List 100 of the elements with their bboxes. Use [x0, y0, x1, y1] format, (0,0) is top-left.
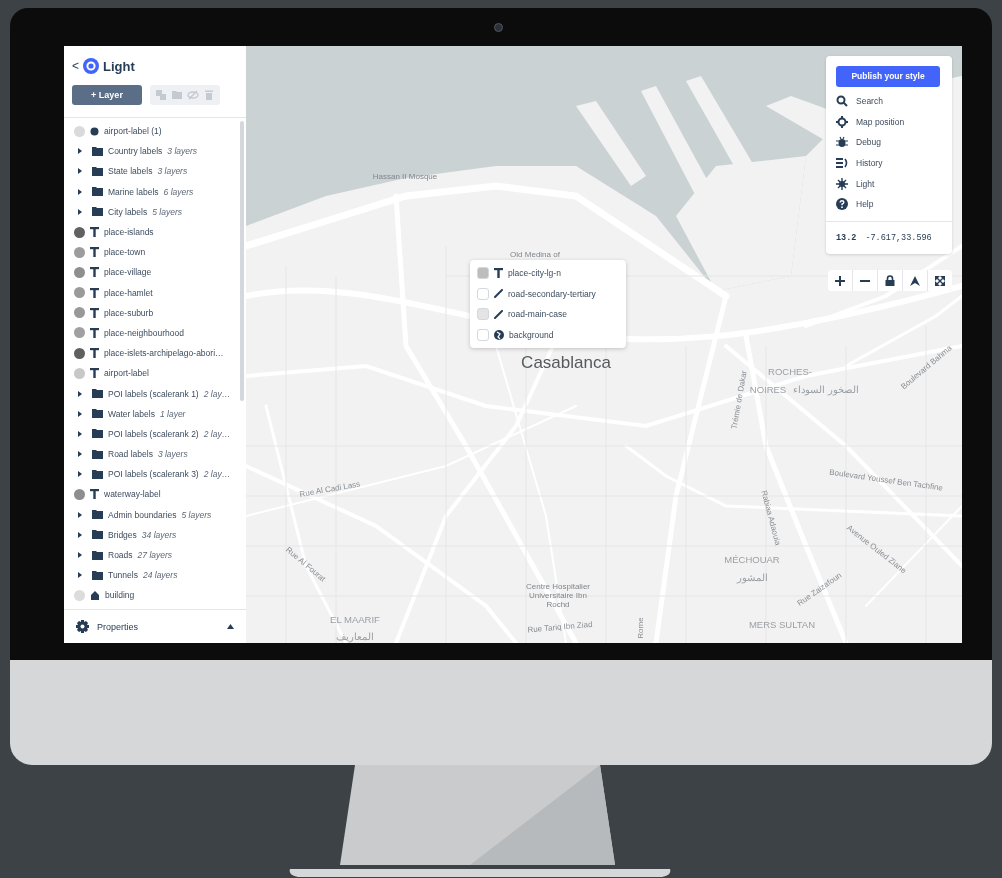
menu-label: Map position — [856, 116, 905, 127]
group-name: State labels — [108, 166, 153, 177]
layer-item[interactable]: place-town — [74, 242, 240, 263]
layer-item[interactable]: place-neighbourhood — [74, 322, 240, 344]
layer-item[interactable]: POI labels (scalerank 1) 2 lay… — [74, 383, 240, 404]
back-link[interactable]: < — [72, 59, 79, 73]
compass-button[interactable] — [903, 270, 927, 291]
caret-icon[interactable] — [77, 168, 83, 175]
layer-item[interactable]: waterway-label — [74, 484, 240, 505]
caret-icon[interactable] — [77, 511, 83, 518]
layer-name: place-neighbourhood — [104, 327, 184, 338]
layer-item[interactable]: place-hamlet — [74, 282, 240, 303]
caret-icon[interactable] — [77, 471, 83, 478]
menu-item[interactable]: Search — [836, 90, 942, 112]
menu-label: History — [856, 157, 883, 168]
map-label: Rue Tariq Ibn Ziad — [527, 620, 593, 636]
zoom-in-button[interactable] — [828, 270, 852, 291]
text-type-icon — [90, 287, 99, 298]
map-label: Hassan II Mosque — [372, 172, 438, 182]
layer-item[interactable]: place-suburb — [74, 302, 240, 323]
layer-name: place-city-lg-n — [508, 268, 561, 279]
map-label: الصخور السوداء — [793, 384, 859, 396]
layer-item[interactable]: place-village — [74, 262, 240, 283]
caret-icon[interactable] — [77, 451, 83, 458]
folder-icon — [92, 409, 103, 419]
scrollbar[interactable] — [240, 121, 244, 401]
menu-item[interactable]: Light — [836, 173, 942, 194]
layer-count: 6 layers — [163, 186, 194, 197]
popup-item[interactable]: road-secondary-tertiary — [477, 283, 626, 304]
circle-icon — [90, 126, 99, 136]
map-label: Rue Al Cadi Lass — [299, 480, 361, 500]
layer-name: background — [509, 329, 554, 340]
popup-item[interactable]: place-city-lg-n — [477, 263, 626, 284]
caret-icon[interactable] — [77, 531, 83, 538]
history-icon — [836, 156, 848, 169]
layer-item[interactable]: Tunnels 24 layers — [74, 565, 240, 586]
zoom-out-button[interactable] — [853, 270, 877, 291]
group-name: City labels — [108, 206, 148, 217]
layer-item[interactable]: City labels 5 layers — [74, 201, 240, 222]
menu-item[interactable]: Help — [836, 193, 942, 215]
map-label: EL MAARIF — [330, 614, 380, 626]
folder-icon — [92, 550, 103, 560]
add-layer-button[interactable]: + Layer — [72, 85, 142, 105]
layer-item[interactable]: Country labels 3 layers — [74, 141, 240, 162]
menu-item[interactable]: Debug — [836, 131, 942, 153]
layer-item[interactable]: Marine labels 6 layers — [74, 181, 240, 202]
caret-icon[interactable] — [77, 390, 83, 397]
group-name: Roads — [108, 550, 133, 561]
properties-bar[interactable]: Properties — [64, 609, 246, 643]
layer-item[interactable]: Road labels 3 layers — [74, 444, 240, 465]
group-name: Country labels — [108, 146, 163, 157]
layer-item[interactable]: POI labels (scalerank 2) 2 lay… — [74, 423, 240, 444]
menu-item[interactable]: History — [836, 152, 942, 174]
caret-icon[interactable] — [77, 572, 83, 579]
layer-item[interactable]: place-islets-archipelago-abori… — [74, 343, 240, 364]
layer-item[interactable]: place-islands — [74, 221, 240, 243]
layer-name: place-islets-archipelago-abori… — [104, 348, 224, 359]
caret-icon[interactable] — [77, 188, 83, 195]
sun-icon — [836, 177, 848, 190]
layer-name: road-main-case — [508, 309, 568, 320]
folder-icon — [92, 449, 103, 459]
popup-item[interactable]: road-main-case — [477, 304, 626, 325]
map-label: Trémie de Dakar — [730, 370, 750, 430]
style-title: Light — [103, 58, 135, 74]
layer-item[interactable]: airport-label — [74, 363, 240, 384]
plus-icon — [835, 275, 845, 286]
layer-count: 3 layers — [157, 449, 188, 460]
layer-item[interactable]: building — [74, 585, 240, 606]
folder-icon — [92, 146, 103, 156]
layer-name: building — [105, 590, 135, 601]
text-type-icon — [494, 268, 503, 279]
caret-icon[interactable] — [77, 148, 83, 155]
layer-item[interactable]: airport-label (1) — [74, 121, 240, 142]
layer-item[interactable]: Bridges 34 layers — [74, 524, 240, 545]
lock-button[interactable] — [878, 270, 902, 291]
text-type-icon — [90, 327, 99, 338]
layer-name: place-village — [104, 267, 152, 278]
map-label: Rabiaa Adaouia — [758, 489, 782, 547]
layer-item[interactable]: State labels 3 layers — [74, 161, 240, 182]
layer-count: 27 layers — [137, 550, 173, 561]
caret-icon[interactable] — [77, 552, 83, 559]
layer-item[interactable]: Admin boundaries 5 layers — [74, 504, 240, 525]
layer-item[interactable]: POI labels (scalerank 3) 2 lay… — [74, 464, 240, 485]
layer-item[interactable]: Roads 27 layers — [74, 544, 240, 566]
caret-up-icon[interactable] — [227, 624, 234, 629]
text-type-icon — [90, 227, 99, 238]
layer-name: place-hamlet — [104, 287, 153, 298]
building-icon — [90, 590, 100, 600]
caret-icon[interactable] — [77, 430, 83, 437]
menu-item[interactable]: Map position — [836, 111, 942, 132]
fullscreen-button[interactable] — [928, 270, 952, 291]
publish-button[interactable]: Publish your style — [836, 65, 940, 87]
text-type-icon — [90, 368, 99, 379]
menu-label: Help — [856, 199, 874, 210]
search-icon — [836, 94, 848, 107]
caret-icon[interactable] — [77, 410, 83, 417]
popup-item[interactable]: background — [477, 324, 626, 345]
caret-icon[interactable] — [77, 208, 83, 215]
map-label: Rome — [636, 617, 646, 639]
layer-item[interactable]: Water labels 1 layer — [74, 403, 240, 424]
